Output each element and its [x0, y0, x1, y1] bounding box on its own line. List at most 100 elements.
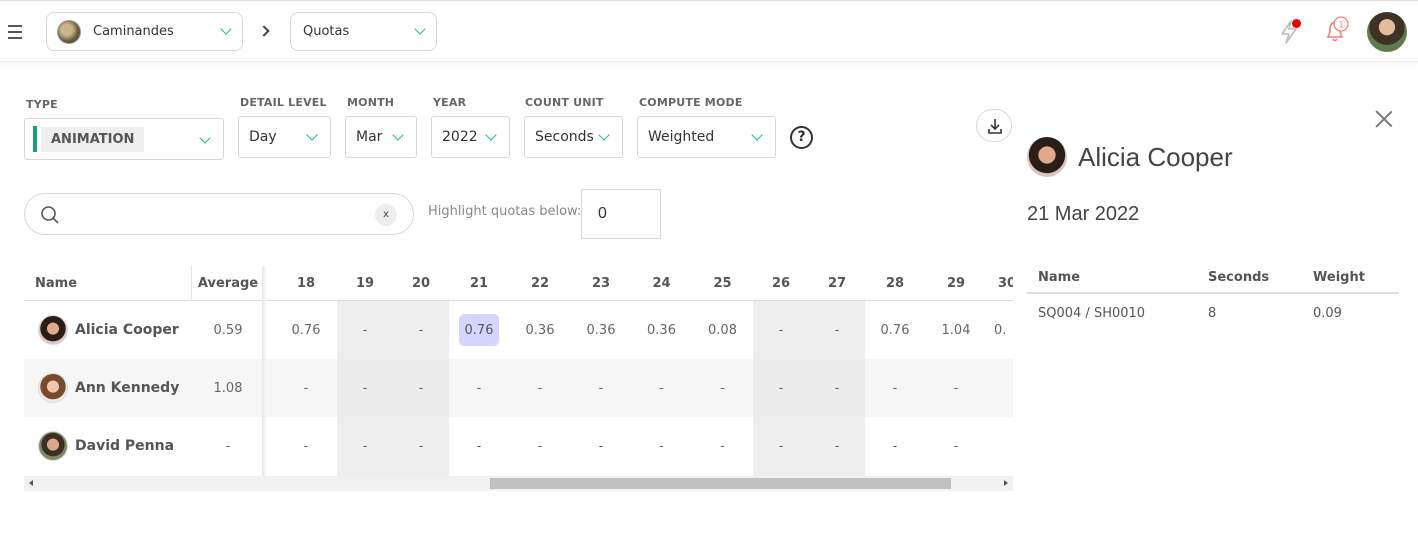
person-cell[interactable]: Alicia Cooper — [38, 301, 179, 359]
quota-cell[interactable]: 0.76 — [865, 301, 925, 359]
horizontal-scrollbar[interactable] — [24, 476, 1013, 491]
detail-name-header: Name — [1038, 269, 1081, 285]
average-column-header[interactable]: Average — [192, 266, 264, 300]
scroll-left-icon[interactable] — [29, 480, 33, 486]
quota-cell[interactable]: - — [925, 359, 987, 417]
help-icon[interactable]: ? — [790, 126, 813, 149]
day-header: 30 — [997, 275, 1013, 291]
highlight-threshold-input[interactable] — [581, 189, 661, 239]
year-label: YEAR — [433, 96, 467, 109]
quota-cell[interactable]: - — [337, 359, 393, 417]
count-unit-select[interactable]: Seconds — [524, 116, 623, 158]
bell-icon[interactable]: 1 — [1322, 15, 1352, 45]
quota-cell[interactable]: 1.04 — [925, 301, 987, 359]
quota-cell[interactable]: - — [925, 417, 987, 475]
quota-cell[interactable]: - — [449, 417, 509, 475]
scroll-right-icon[interactable] — [1004, 480, 1008, 486]
day-header: 18 — [296, 275, 316, 291]
quota-cell[interactable]: 0.36 — [631, 301, 692, 359]
detail-level-value: Day — [249, 129, 277, 145]
quota-table: Name Average 18 19 20 21 22 23 24 25 26 … — [24, 266, 1013, 476]
table-row: David Penna - - - - - - - - - - - - - — [24, 417, 1013, 475]
quota-cell[interactable]: - — [571, 359, 631, 417]
quota-cell[interactable]: - — [276, 417, 336, 475]
chevron-down-icon — [392, 129, 404, 141]
quota-cell[interactable]: - — [337, 417, 393, 475]
quota-cell[interactable]: 0.36 — [509, 301, 571, 359]
day-header: 29 — [946, 275, 966, 291]
person-cell[interactable]: David Penna — [38, 417, 174, 475]
table-row: Alicia Cooper 0.59 0.76 - - 0.76 0.36 0.… — [24, 301, 1013, 359]
quota-cell[interactable]: - — [809, 301, 865, 359]
notification-count: 1 — [1338, 20, 1343, 30]
compute-mode-select[interactable]: Weighted — [637, 116, 776, 158]
frozen-column-shadow — [262, 266, 266, 476]
chevron-down-icon — [306, 129, 318, 141]
quota-cell[interactable]: - — [692, 417, 753, 475]
quota-cell[interactable]: - — [753, 359, 809, 417]
quota-cell[interactable]: - — [509, 417, 571, 475]
compute-mode-label: COMPUTE MODE — [639, 96, 743, 109]
quota-cell[interactable]: - — [809, 417, 865, 475]
quota-cell[interactable]: 0.76 — [276, 301, 336, 359]
production-selector[interactable]: Caminandes — [46, 12, 243, 51]
day-header: 27 — [827, 275, 847, 291]
quota-cell[interactable]: - — [631, 417, 692, 475]
name-column-header[interactable]: Name — [24, 266, 192, 300]
month-value: Mar — [356, 129, 383, 145]
type-select[interactable]: ANIMATION — [24, 118, 224, 160]
quota-cell[interactable]: - — [809, 359, 865, 417]
quota-cell[interactable]: - — [337, 301, 393, 359]
production-thumbnail — [57, 19, 81, 44]
average-cell: 1.08 — [213, 380, 243, 396]
search-input[interactable] — [71, 202, 381, 228]
detail-table-header: Name Seconds Weight — [1027, 262, 1399, 294]
close-icon[interactable] — [1375, 110, 1393, 128]
quota-cell[interactable]: - — [393, 417, 449, 475]
average-cell: 0.59 — [213, 322, 243, 338]
section-selector[interactable]: Quotas — [290, 12, 437, 51]
person-name: Ann Kennedy — [75, 380, 180, 396]
compute-mode-value: Weighted — [648, 129, 715, 145]
year-select[interactable]: 2022 — [431, 116, 510, 158]
quota-cell[interactable]: - — [692, 359, 753, 417]
average-cell: - — [225, 438, 231, 454]
quota-cell[interactable]: - — [571, 417, 631, 475]
count-unit-value: Seconds — [535, 129, 594, 145]
quota-cell[interactable]: - — [393, 301, 449, 359]
detail-level-select[interactable]: Day — [238, 116, 331, 158]
day-header: 21 — [469, 275, 489, 291]
quota-cell[interactable]: - — [865, 417, 925, 475]
scrollbar-thumb[interactable] — [490, 478, 951, 489]
quota-cell[interactable]: - — [393, 359, 449, 417]
quota-cell[interactable]: 0.36 — [571, 301, 631, 359]
quota-cell-selected[interactable]: 0.76 — [449, 301, 509, 359]
month-select[interactable]: Mar — [345, 116, 417, 158]
day-header: 24 — [652, 275, 671, 291]
menu-icon[interactable] — [8, 25, 24, 41]
quota-cell[interactable]: 0.08 — [692, 301, 753, 359]
chevron-down-icon — [220, 23, 232, 35]
quota-cell[interactable]: - — [509, 359, 571, 417]
quota-cell[interactable]: - — [753, 301, 809, 359]
quota-cell[interactable]: - — [753, 417, 809, 475]
day-header: 23 — [591, 275, 611, 291]
table-header: Name Average 18 19 20 21 22 23 24 25 26 … — [24, 266, 1013, 301]
section-name: Quotas — [303, 24, 350, 39]
quota-cell[interactable]: - — [449, 359, 509, 417]
day-header: 22 — [530, 275, 550, 291]
production-name: Caminandes — [93, 24, 174, 39]
type-color-bar — [33, 126, 37, 152]
user-avatar[interactable] — [1367, 12, 1407, 52]
person-cell[interactable]: Ann Kennedy — [38, 359, 179, 417]
search-clear-button[interactable]: x — [375, 204, 397, 226]
shot-name[interactable]: SQ004 / SH0010 — [1038, 294, 1145, 332]
quota-cell[interactable]: - — [865, 359, 925, 417]
quota-cell[interactable]: 0. — [994, 301, 1013, 359]
day-header: 25 — [713, 275, 732, 291]
quota-cell[interactable]: - — [276, 359, 336, 417]
download-button[interactable] — [976, 109, 1012, 142]
avatar — [38, 431, 68, 461]
quota-cell[interactable]: - — [631, 359, 692, 417]
person-name: Alicia Cooper — [75, 322, 179, 338]
